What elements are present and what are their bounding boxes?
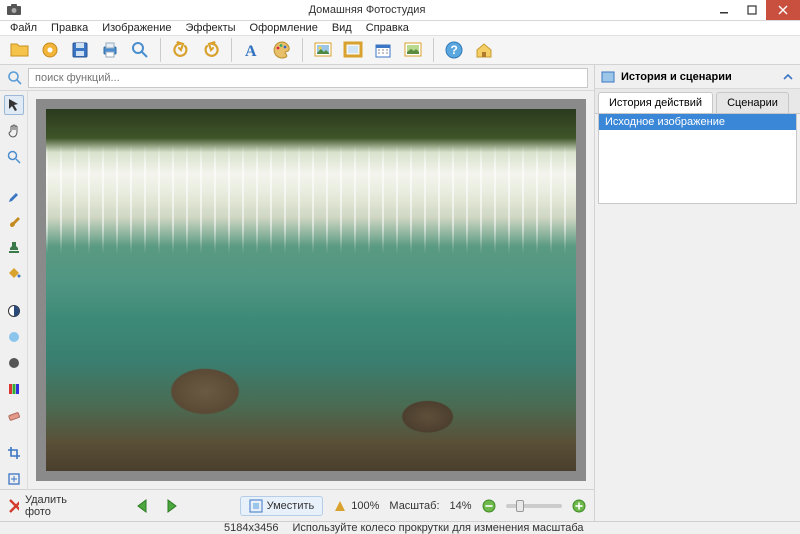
picture2-icon[interactable] xyxy=(399,36,427,64)
search-icon[interactable] xyxy=(126,36,154,64)
status-hint: Используйте колесо прокрутки для изменен… xyxy=(292,522,583,534)
crop-tool-icon[interactable] xyxy=(4,443,24,463)
menu-effects[interactable]: Эффекты xyxy=(180,21,242,35)
gear-icon[interactable] xyxy=(36,36,64,64)
zoom-in-icon[interactable] xyxy=(572,499,586,513)
tab-scenarios[interactable]: Сценарии xyxy=(716,92,789,113)
collapse-icon[interactable] xyxy=(782,71,794,83)
search-input[interactable] xyxy=(28,68,588,88)
app-icon xyxy=(4,2,24,18)
history-list: Исходное изображение xyxy=(598,114,797,204)
bottom-bar: Удалить фото Уместить 100% Масштаб: 14% xyxy=(0,489,594,521)
contrast-tool-icon[interactable] xyxy=(4,301,24,321)
canvas-frame xyxy=(36,99,586,481)
hand-tool-icon[interactable] xyxy=(4,121,24,141)
status-dimensions: 5184x3456 xyxy=(224,522,278,534)
left-column: Удалить фото Уместить 100% Масштаб: 14% xyxy=(0,65,594,521)
fill-tool-icon[interactable] xyxy=(4,263,24,283)
image-canvas[interactable] xyxy=(46,109,576,471)
triangle-icon xyxy=(333,499,347,513)
fit-button[interactable]: Уместить xyxy=(240,496,324,516)
brush-tool-icon[interactable] xyxy=(4,211,24,231)
save-icon[interactable] xyxy=(66,36,94,64)
fit-label: Уместить xyxy=(267,500,315,512)
sharpen-tool-icon[interactable] xyxy=(4,353,24,373)
right-panel-tabs: История действий Сценарии xyxy=(595,89,800,114)
calendar-icon[interactable] xyxy=(369,36,397,64)
help-icon[interactable]: ? xyxy=(440,36,468,64)
levels-tool-icon[interactable] xyxy=(4,379,24,399)
open-folder-icon[interactable] xyxy=(6,36,34,64)
search-magnifier-icon[interactable] xyxy=(6,69,24,87)
right-panel-header: История и сценарии xyxy=(595,65,800,89)
zoom-out-icon[interactable] xyxy=(482,499,496,513)
print-icon[interactable] xyxy=(96,36,124,64)
status-bar: 5184x3456 Используйте колесо прокрутки д… xyxy=(0,521,800,534)
resize-tool-icon[interactable] xyxy=(4,469,24,489)
search-row xyxy=(0,65,594,91)
delete-photo-button[interactable]: Удалить фото xyxy=(8,494,74,518)
tool-strip xyxy=(0,91,28,489)
home-icon[interactable] xyxy=(470,36,498,64)
main-area: Удалить фото Уместить 100% Масштаб: 14% xyxy=(0,65,800,521)
zoom-100-button[interactable]: 100% xyxy=(333,499,379,513)
prev-arrow-icon[interactable] xyxy=(134,495,152,517)
window-title: Домашняя Фотостудия xyxy=(24,4,710,16)
palette-icon[interactable] xyxy=(268,36,296,64)
zoom-value: 14% xyxy=(450,500,472,512)
stamp-tool-icon[interactable] xyxy=(4,237,24,257)
delete-photo-label: Удалить фото xyxy=(25,494,74,518)
redo-icon[interactable] xyxy=(197,36,225,64)
menu-image[interactable]: Изображение xyxy=(96,21,177,35)
right-panel: История и сценарии История действий Сцен… xyxy=(594,65,800,521)
delete-x-icon xyxy=(8,498,19,514)
slider-thumb[interactable] xyxy=(516,500,524,512)
right-panel-title: История и сценарии xyxy=(621,71,732,83)
menubar: Файл Правка Изображение Эффекты Оформлен… xyxy=(0,21,800,36)
window-controls xyxy=(710,0,800,20)
toolbar-separator xyxy=(160,38,161,62)
fit-icon xyxy=(249,499,263,513)
eraser-tool-icon[interactable] xyxy=(4,405,24,425)
tab-history[interactable]: История действий xyxy=(598,92,713,113)
history-item[interactable]: Исходное изображение xyxy=(599,114,796,130)
eyedropper-tool-icon[interactable] xyxy=(4,185,24,205)
toolbar-separator xyxy=(433,38,434,62)
minimize-button[interactable] xyxy=(710,0,738,20)
titlebar: Домашняя Фотостудия xyxy=(0,0,800,21)
picture-icon[interactable] xyxy=(309,36,337,64)
text-icon[interactable]: A xyxy=(238,36,266,64)
toolbar-separator xyxy=(231,38,232,62)
main-toolbar: A ? xyxy=(0,36,800,65)
undo-icon[interactable] xyxy=(167,36,195,64)
toolbar-separator xyxy=(302,38,303,62)
menu-help[interactable]: Справка xyxy=(360,21,415,35)
pointer-tool-icon[interactable] xyxy=(4,95,24,115)
zoom-tool-icon[interactable] xyxy=(4,147,24,167)
menu-edit[interactable]: Правка xyxy=(45,21,94,35)
menu-decor[interactable]: Оформление xyxy=(244,21,324,35)
canvas-wrapper xyxy=(28,91,594,489)
maximize-button[interactable] xyxy=(738,0,766,20)
next-arrow-icon[interactable] xyxy=(162,495,180,517)
blur-tool-icon[interactable] xyxy=(4,327,24,347)
menu-file[interactable]: Файл xyxy=(4,21,43,35)
zoom-slider[interactable] xyxy=(506,504,562,508)
zoom-100-label: 100% xyxy=(351,500,379,512)
svg-text:?: ? xyxy=(451,43,458,57)
editor-row xyxy=(0,91,594,489)
close-button[interactable] xyxy=(766,0,800,20)
svg-text:A: A xyxy=(245,43,257,60)
menu-view[interactable]: Вид xyxy=(326,21,358,35)
frame-icon[interactable] xyxy=(339,36,367,64)
history-panel-icon xyxy=(601,71,615,83)
zoom-label: Масштаб: xyxy=(389,500,439,512)
